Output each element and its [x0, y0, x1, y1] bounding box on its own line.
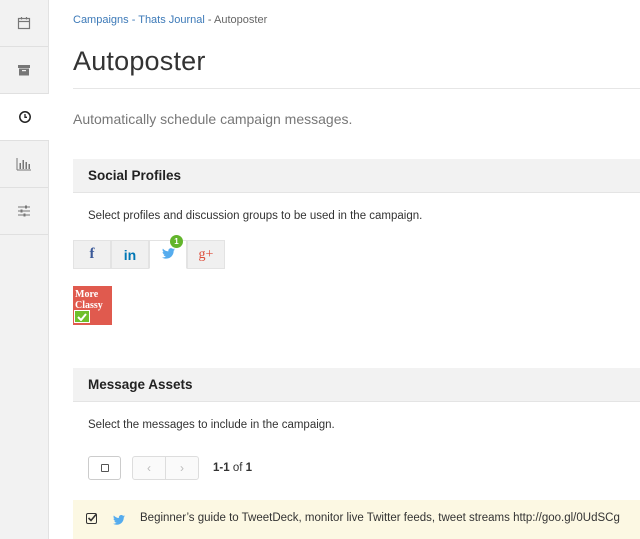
sidebar-item-reports[interactable]	[0, 141, 48, 188]
pagination-controls: ‹ ›	[132, 456, 199, 480]
profile-avatar-label: More Classy	[75, 289, 103, 311]
pagination-count: 1-1 of 1	[213, 462, 252, 474]
breadcrumb: Campaigns - Thats Journal - Autoposter	[73, 14, 267, 26]
tab-twitter[interactable]: 1	[149, 235, 187, 269]
selection-count-badge: 1	[170, 235, 183, 248]
sidebar-item-settings[interactable]	[0, 188, 48, 235]
chevron-right-icon: ›	[180, 461, 184, 475]
selected-check-icon	[74, 310, 90, 323]
clock-icon	[18, 110, 32, 124]
page-subtitle: Automatically schedule campaign messages…	[73, 111, 353, 127]
pagination-range: 1-1	[213, 462, 230, 474]
checkbox-icon	[100, 464, 109, 472]
calendar-icon	[17, 16, 31, 30]
breadcrumb-link-campaigns[interactable]: Campaigns	[73, 14, 129, 26]
social-profiles-heading: Social Profiles	[73, 159, 640, 193]
message-assets-description: Select the messages to include in the ca…	[88, 419, 335, 431]
sidebar	[0, 0, 49, 539]
facebook-icon: f	[89, 246, 95, 262]
tab-google-plus[interactable]: g+	[187, 240, 225, 269]
social-network-tabs: f in 1 g+	[73, 235, 225, 269]
google-plus-icon: g+	[198, 246, 214, 262]
archive-icon	[17, 63, 31, 77]
sliders-icon	[17, 204, 31, 218]
previous-page-button[interactable]: ‹	[133, 457, 166, 479]
breadcrumb-current: Autoposter	[214, 14, 268, 26]
breadcrumb-separator: -	[128, 14, 139, 26]
tab-linkedin[interactable]: in	[111, 240, 149, 269]
page-title: Autoposter	[73, 46, 206, 76]
social-profiles-description: Select profiles and discussion groups to…	[88, 210, 423, 222]
pagination-total: 1	[245, 462, 253, 474]
chevron-left-icon: ‹	[147, 461, 151, 475]
next-page-button[interactable]: ›	[166, 457, 198, 479]
message-assets-heading: Message Assets	[73, 368, 640, 402]
select-all-checkbox[interactable]	[88, 456, 121, 480]
profile-avatar-more-classy[interactable]: More Classy	[73, 286, 112, 325]
twitter-icon	[113, 512, 125, 530]
breadcrumb-link-journal[interactable]: Thats Journal	[138, 14, 205, 26]
sidebar-item-archive[interactable]	[0, 47, 48, 94]
pagination-of-label: of	[232, 462, 243, 474]
table-row[interactable]: Beginner’s guide to TweetDeck, monitor l…	[73, 500, 640, 539]
bar-chart-icon	[16, 157, 32, 171]
divider	[73, 88, 640, 89]
row-checkbox[interactable]	[86, 513, 97, 524]
tab-facebook[interactable]: f	[73, 240, 111, 269]
sidebar-item-autoposter[interactable]	[0, 94, 49, 141]
linkedin-icon: in	[123, 246, 137, 263]
message-text: Beginner’s guide to TweetDeck, monitor l…	[140, 512, 620, 524]
twitter-icon	[161, 246, 175, 264]
main-content: Campaigns - Thats Journal - Autoposter A…	[73, 0, 640, 539]
breadcrumb-separator: -	[204, 14, 215, 26]
sidebar-item-calendar[interactable]	[0, 0, 48, 47]
